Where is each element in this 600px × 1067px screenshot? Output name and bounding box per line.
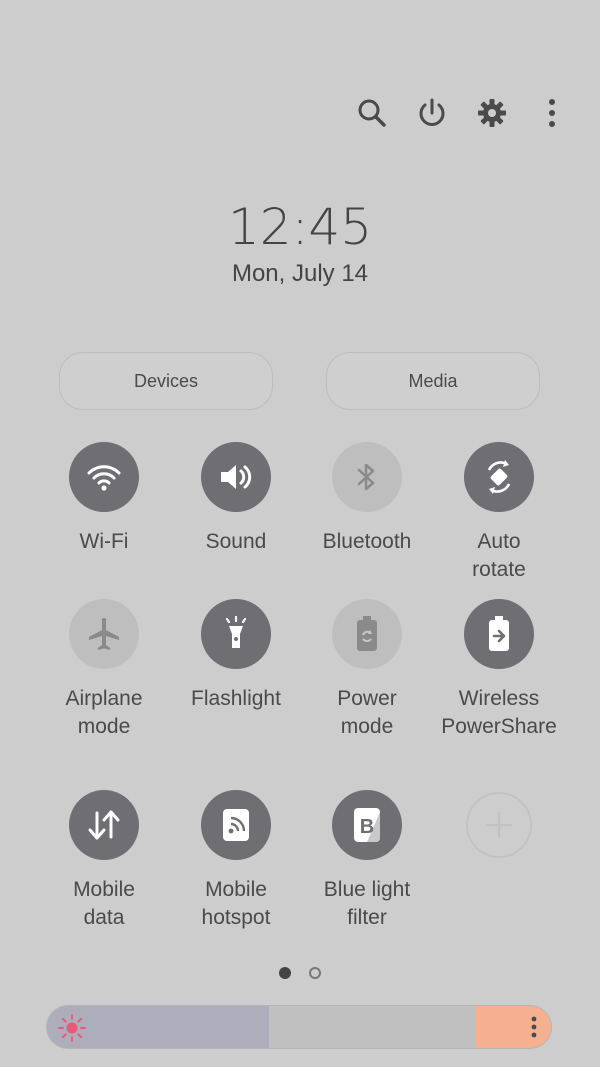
media-button[interactable]: Media (326, 352, 540, 410)
flashlight-icon (225, 616, 247, 648)
tile-power-mode-toggle[interactable] (332, 599, 402, 669)
tile-label: Auto rotate (472, 530, 526, 581)
tile-label: Blue light filter (323, 878, 411, 929)
gear-icon (478, 99, 506, 127)
tile-wireless-powershare[interactable]: Wireless PowerShare (433, 599, 565, 741)
tile-add[interactable] (433, 792, 565, 858)
tile-sound[interactable]: Sound (170, 442, 302, 556)
tile-label: Power mode (337, 687, 397, 738)
battery-icon (357, 616, 377, 651)
plus-icon (486, 812, 512, 838)
tile-bluetooth[interactable]: Bluetooth (301, 442, 433, 556)
power-icon (419, 98, 445, 126)
tile-mobile-hotspot[interactable]: Mobile hotspot (170, 790, 302, 932)
tile-mobile-data-toggle[interactable] (69, 790, 139, 860)
search-icon (358, 99, 386, 127)
airplane-icon (89, 618, 119, 650)
svg-text:B: B (360, 816, 374, 838)
search-button[interactable] (352, 90, 392, 136)
clock-date: Mon, July 14 (231, 260, 369, 287)
tile-auto-rotate[interactable]: Auto rotate (433, 442, 565, 584)
tile-bluetooth-toggle[interactable] (332, 442, 402, 512)
devices-button[interactable]: Devices (59, 352, 273, 410)
bluetooth-icon (357, 463, 375, 491)
tile-powershare-toggle[interactable] (464, 599, 534, 669)
page-dot-active[interactable] (279, 967, 291, 979)
tile-label: Flashlight (191, 687, 281, 710)
tile-flashlight-toggle[interactable] (201, 599, 271, 669)
blue-light-icon: B (354, 808, 380, 842)
top-action-bar (352, 90, 572, 136)
more-vertical-icon (549, 99, 555, 127)
tile-wifi[interactable]: Wi-Fi (38, 442, 170, 556)
add-tile-button[interactable] (466, 792, 532, 858)
power-share-icon (489, 616, 509, 651)
volume-icon (221, 465, 252, 489)
tile-label: Sound (205, 530, 267, 553)
page-dot-inactive[interactable] (309, 967, 321, 979)
more-options-button[interactable] (532, 90, 572, 136)
tile-sound-toggle[interactable] (201, 442, 271, 512)
tile-mobile-data[interactable]: Mobile data (38, 790, 170, 932)
tile-label: Mobile data (73, 878, 135, 929)
brightness-slider[interactable] (46, 1005, 552, 1049)
tile-airplane-mode[interactable]: Airplane mode (38, 599, 170, 741)
sun-icon (57, 1013, 87, 1043)
tile-label: Bluetooth (322, 530, 412, 553)
data-arrows-icon (88, 810, 120, 840)
tile-label: Wi-Fi (79, 530, 129, 553)
tile-label: Mobile hotspot (201, 878, 271, 929)
tile-label: Airplane mode (65, 687, 143, 738)
tile-label: Wireless PowerShare (441, 687, 557, 738)
tile-wifi-toggle[interactable] (69, 442, 139, 512)
auto-rotate-icon (487, 460, 511, 494)
settings-button[interactable] (472, 90, 512, 136)
tile-power-mode[interactable]: Power mode (301, 599, 433, 741)
page-indicator (0, 967, 600, 979)
tile-blue-light-filter[interactable]: B Blue light filter (301, 790, 433, 932)
tile-mobile-hotspot-toggle[interactable] (201, 790, 271, 860)
more-vertical-icon (531, 1016, 537, 1038)
tile-flashlight[interactable]: Flashlight (170, 599, 302, 713)
tile-airplane-toggle[interactable] (69, 599, 139, 669)
tile-blue-light-toggle[interactable]: B (332, 790, 402, 860)
tile-auto-rotate-toggle[interactable] (464, 442, 534, 512)
power-button[interactable] (412, 90, 452, 136)
brightness-more-button[interactable] (475, 1006, 551, 1048)
hotspot-icon (223, 809, 249, 841)
wifi-icon (87, 465, 121, 491)
clock-time: 12:45 (227, 198, 373, 256)
